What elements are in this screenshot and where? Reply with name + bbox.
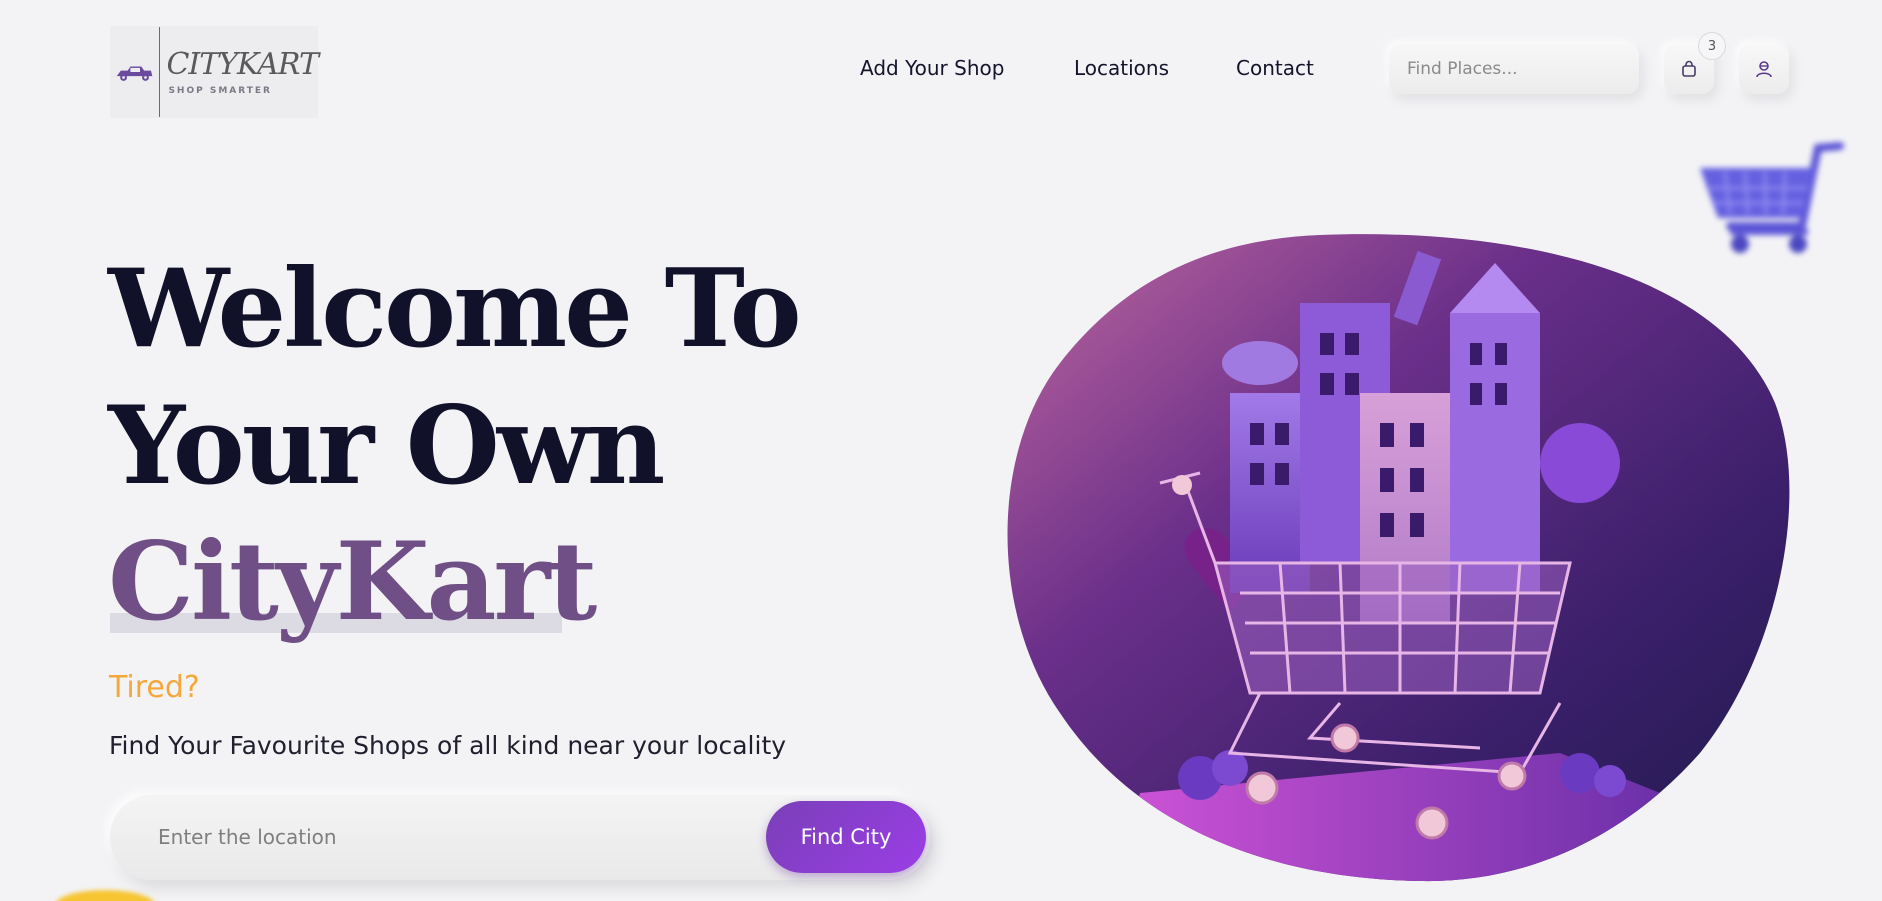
user-button[interactable] <box>1739 44 1789 94</box>
shopping-bag-icon <box>1682 60 1696 77</box>
search-box <box>1389 44 1639 94</box>
vehicle-logo-icon <box>116 66 153 81</box>
location-search-bar: Find City <box>110 795 930 880</box>
logo-divider <box>159 27 161 117</box>
hero-title-line-1: Welcome To <box>108 246 802 372</box>
nav-contact[interactable]: Contact <box>1236 56 1314 80</box>
logo[interactable]: CITYKART SHOP SMARTER <box>110 26 319 118</box>
location-input[interactable] <box>158 817 758 857</box>
hero-subheading: Tired? <box>109 670 200 705</box>
decorative-yellow-blob <box>55 890 155 901</box>
user-icon <box>1756 61 1772 78</box>
nav-locations[interactable]: Locations <box>1074 56 1169 80</box>
cart-count-badge: 3 <box>1698 32 1726 60</box>
search-input[interactable] <box>1407 59 1626 79</box>
hero-illustration <box>1007 234 1790 882</box>
nav-add-your-shop[interactable]: Add Your Shop <box>860 56 1004 80</box>
logo-subtitle: SHOP SMARTER <box>168 86 272 96</box>
hero-tagline: Find Your Favourite Shops of all kind ne… <box>109 731 787 760</box>
logo-title: CITYKART <box>166 47 319 82</box>
hero-title-line-2: Your Own <box>108 383 665 509</box>
find-city-button[interactable]: Find City <box>766 801 926 873</box>
logo-text: CITYKART SHOP SMARTER <box>166 47 319 97</box>
hero-title-brand: CityKart <box>108 519 597 645</box>
